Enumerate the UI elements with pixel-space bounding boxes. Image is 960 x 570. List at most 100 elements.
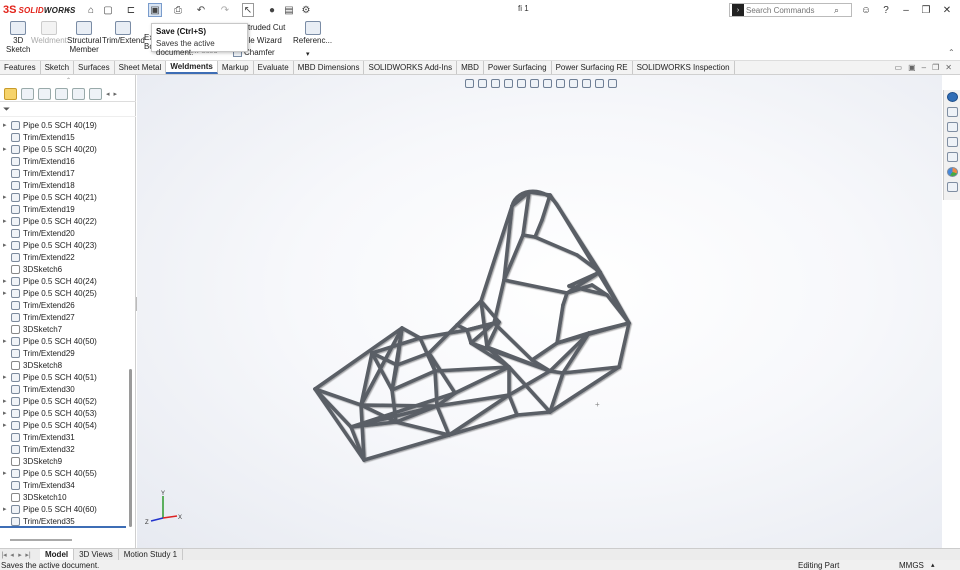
frame-tube[interactable]: [617, 321, 631, 369]
tree-item[interactable]: ▸ Pipe 0.5 SCH 40(24): [0, 275, 128, 287]
next-tab-icon[interactable]: ▸: [16, 551, 24, 559]
unit-system-selector[interactable]: MMGS: [899, 561, 924, 570]
tree-item[interactable]: Trim/Extend15: [0, 131, 128, 143]
graphics-area[interactable]: Y X Z +: [137, 75, 942, 548]
search-input[interactable]: [746, 5, 834, 15]
design-library-icon[interactable]: [946, 122, 958, 132]
display-manager-tab-icon[interactable]: [72, 87, 85, 100]
tab-features[interactable]: Features: [0, 61, 41, 74]
frame-tube[interactable]: [521, 233, 537, 239]
tree-item[interactable]: Trim/Extend17: [0, 167, 128, 179]
expand-arrow-icon[interactable]: ▸: [3, 277, 11, 285]
open-icon[interactable]: ⊏: [125, 3, 137, 17]
expand-arrow-icon[interactable]: ▸: [3, 505, 11, 513]
tab-scroll-right-icon[interactable]: ▸: [114, 90, 118, 98]
expand-arrow-icon[interactable]: ▸: [3, 373, 11, 381]
configuration-manager-tab-icon[interactable]: [38, 87, 51, 100]
frame-tube[interactable]: [362, 433, 451, 462]
help-icon[interactable]: ?: [878, 3, 894, 17]
search-icon[interactable]: ⌕: [834, 5, 839, 16]
expand-arrow-icon[interactable]: ▸: [3, 217, 11, 225]
tab-markup[interactable]: Markup: [217, 61, 254, 74]
tree-scrollbar[interactable]: [129, 369, 132, 527]
viewport-restore-icon[interactable]: ❐: [932, 63, 939, 72]
new-window-icon[interactable]: ▣: [908, 63, 916, 72]
tree-item[interactable]: Trim/Extend30: [0, 383, 128, 395]
tree-item[interactable]: ▸ Pipe 0.5 SCH 40(52): [0, 395, 128, 407]
expand-arrow-icon[interactable]: ▸: [3, 193, 11, 201]
bottom-tab-3d-views[interactable]: 3D Views: [74, 549, 119, 560]
tree-item[interactable]: ▸ Pipe 0.5 SCH 40(21): [0, 191, 128, 203]
tab-mbd-dimensions[interactable]: MBD Dimensions: [293, 61, 365, 74]
frame-tube[interactable]: [557, 206, 602, 274]
expand-arrow-icon[interactable]: ▸: [3, 289, 11, 297]
panel-grip-icon[interactable]: ⌃: [66, 77, 71, 84]
file-explorer-icon[interactable]: [946, 137, 958, 147]
frame-tube[interactable]: [427, 323, 459, 355]
tab-mbd[interactable]: MBD: [457, 61, 484, 74]
close-button[interactable]: ✕: [939, 3, 955, 17]
tree-item[interactable]: ▸ Pipe 0.5 SCH 40(51): [0, 371, 128, 383]
tree-item[interactable]: Trim/Extend29: [0, 347, 128, 359]
solidworks-logo[interactable]: 3S SOLIDWORKS: [3, 0, 76, 20]
expand-arrow-icon[interactable]: ▸: [3, 469, 11, 477]
tree-item[interactable]: Trim/Extend34: [0, 479, 128, 491]
tree-item[interactable]: ▸ Pipe 0.5 SCH 40(20): [0, 143, 128, 155]
tree-item[interactable]: Trim/Extend22: [0, 251, 128, 263]
minimize-button[interactable]: –: [898, 3, 914, 17]
cam-tab-icon[interactable]: [89, 87, 102, 100]
frame-tube[interactable]: [530, 341, 559, 362]
trim-extend-button[interactable]: Trim/Extend: [102, 21, 145, 45]
home-icon[interactable]: ⌂: [85, 3, 97, 17]
frame-tube[interactable]: [533, 218, 544, 239]
frame-tube[interactable]: [605, 293, 631, 325]
frame-tube[interactable]: [447, 413, 519, 437]
tree-item[interactable]: ▸ Pipe 0.5 SCH 40(53): [0, 407, 128, 419]
frame-tube[interactable]: [465, 328, 473, 345]
first-tab-icon[interactable]: |◂: [0, 551, 8, 559]
frame-tube[interactable]: [533, 235, 579, 257]
frame-tube[interactable]: [400, 326, 422, 340]
dynamic-annotation-icon[interactable]: [517, 79, 526, 88]
expand-arrow-icon[interactable]: ▸: [3, 145, 11, 153]
rebuild-icon[interactable]: ●: [268, 3, 276, 17]
reference-geometry-button[interactable]: Referenc...: [293, 21, 332, 45]
tree-item[interactable]: ▸ Pipe 0.5 SCH 40(50): [0, 335, 128, 347]
frame-tube[interactable]: [540, 193, 552, 222]
tab-evaluate[interactable]: Evaluate: [253, 61, 294, 74]
property-manager-tab-icon[interactable]: [21, 87, 34, 100]
tree-item[interactable]: 3DSketch7: [0, 323, 128, 335]
expand-arrow-icon[interactable]: ▸: [3, 397, 11, 405]
redo-icon[interactable]: ↷: [219, 3, 231, 17]
frame-tube[interactable]: [507, 393, 519, 417]
menu-expand-icon[interactable]: ▸: [66, 3, 72, 17]
tab-sketch[interactable]: Sketch: [40, 61, 75, 74]
tab-solidworks-add-ins[interactable]: SOLIDWORKS Add-Ins: [364, 61, 458, 74]
weldment-button[interactable]: Weldment: [31, 21, 67, 45]
view-palette-icon[interactable]: [946, 152, 958, 162]
options-gear-icon[interactable]: ⚙: [300, 3, 312, 17]
home-task-icon[interactable]: [946, 107, 958, 117]
appearances-scenes-icon[interactable]: [946, 167, 958, 177]
hide-show-items-icon[interactable]: [556, 79, 565, 88]
last-tab-icon[interactable]: ▸|: [24, 551, 32, 559]
frame-tube[interactable]: [394, 420, 451, 437]
tree-item[interactable]: Trim/Extend27: [0, 311, 128, 323]
tree-item[interactable]: ▸ Pipe 0.5 SCH 40(19): [0, 119, 128, 131]
3d-sketch-button[interactable]: 3D Sketch: [6, 21, 30, 54]
tab-solidworks-inspection[interactable]: SOLIDWORKS Inspection: [632, 61, 735, 74]
tree-horizontal-scrollbar[interactable]: [10, 539, 72, 541]
frame-tube[interactable]: [313, 326, 404, 391]
search-commands-box[interactable]: › ⌕: [729, 3, 852, 17]
reference-dropdown-icon[interactable]: ▾: [306, 50, 310, 58]
collapse-ribbon-icon[interactable]: ⌃: [948, 48, 955, 57]
frame-tube[interactable]: [395, 351, 431, 367]
expand-arrow-icon[interactable]: ▸: [3, 241, 11, 249]
tree-item[interactable]: 3DSketch8: [0, 359, 128, 371]
filter-icon[interactable]: ⏷: [3, 105, 12, 114]
frame-tube[interactable]: [359, 403, 439, 408]
tree-item[interactable]: ▸ Pipe 0.5 SCH 40(54): [0, 419, 128, 431]
apply-scene-icon[interactable]: [582, 79, 591, 88]
tab-power-surfacing[interactable]: Power Surfacing: [483, 61, 552, 74]
save-icon[interactable]: ▣: [148, 3, 162, 17]
